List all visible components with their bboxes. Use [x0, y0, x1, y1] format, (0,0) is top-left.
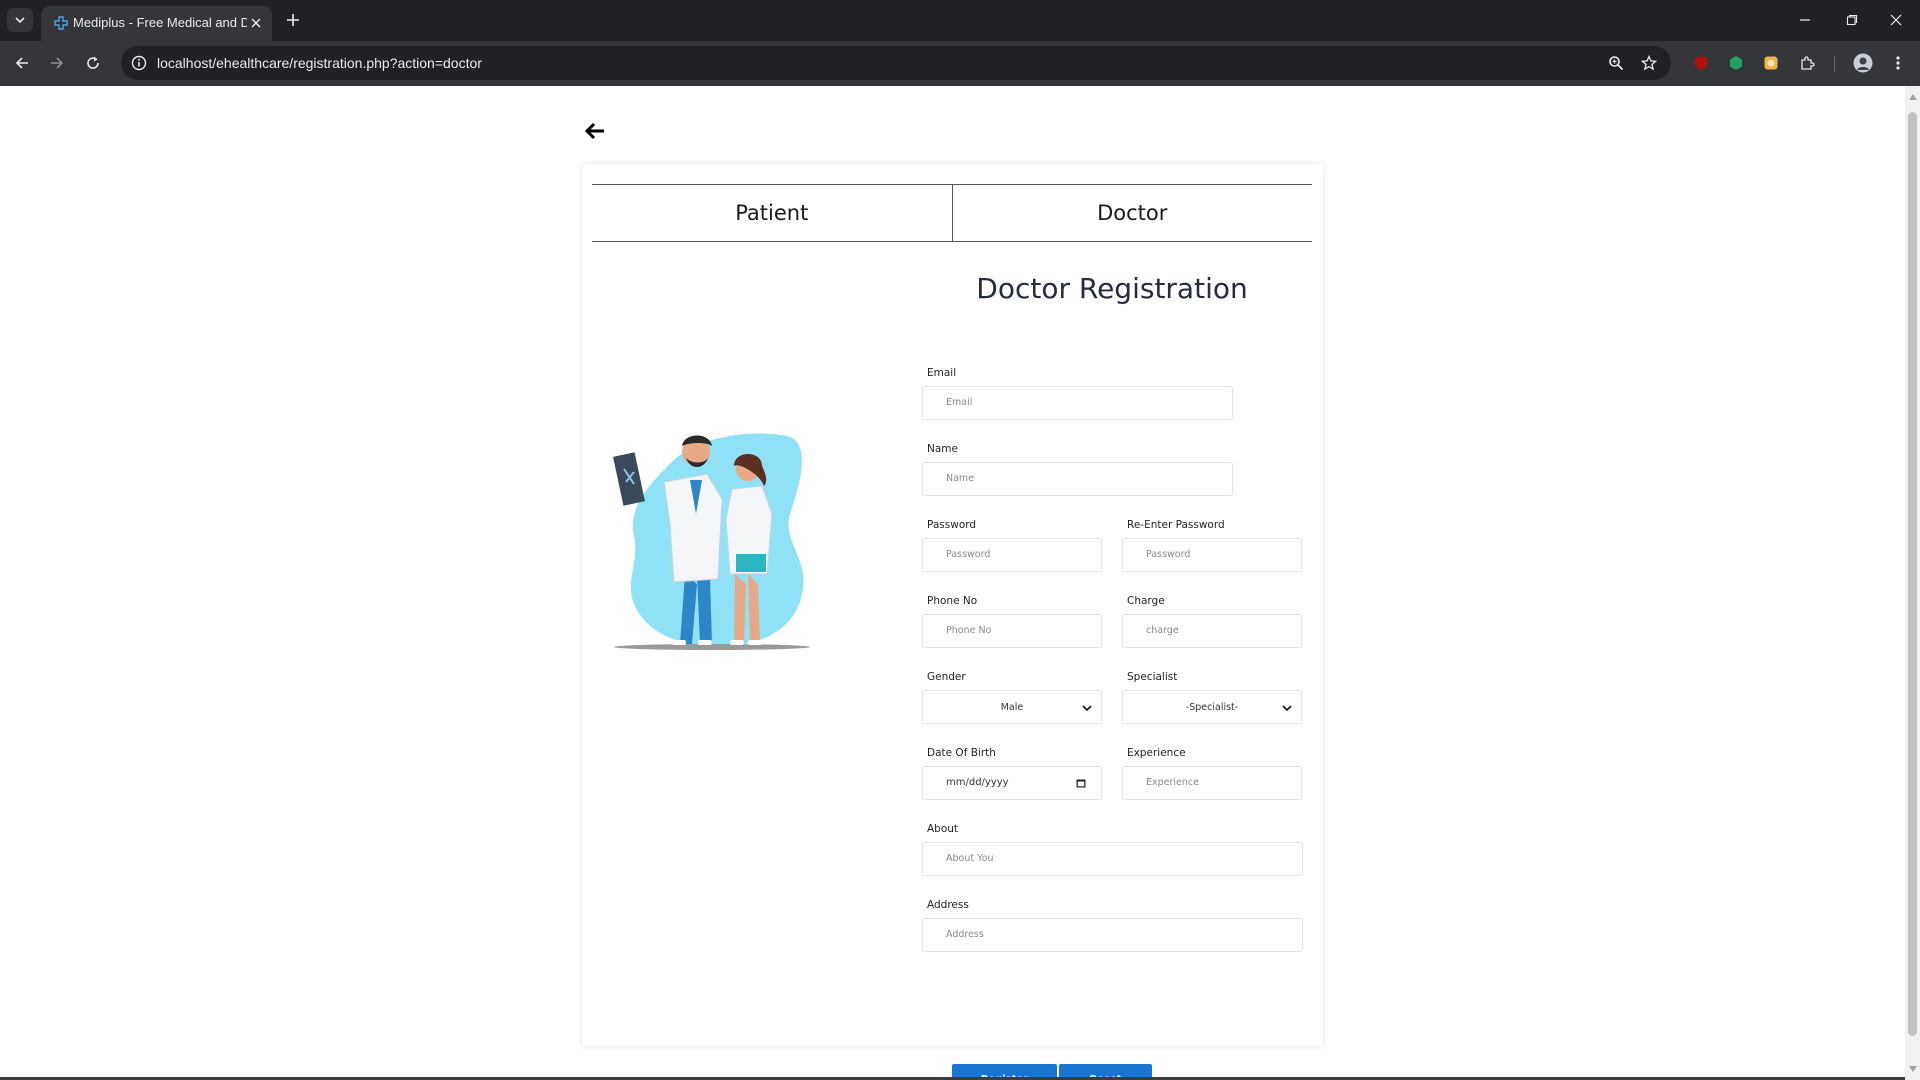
email-field[interactable]: Email: [922, 386, 1233, 420]
tab-list-icon[interactable]: [7, 8, 33, 32]
back-icon[interactable]: [8, 49, 36, 77]
menu-icon[interactable]: [1888, 53, 1908, 73]
orange-extension-icon[interactable]: [1761, 53, 1781, 73]
reenter-password-field[interactable]: Password: [1122, 538, 1302, 572]
reenter-password-placeholder: Password: [1146, 549, 1191, 560]
phone-placeholder: Phone No: [946, 625, 992, 636]
gender-value: Male: [1000, 701, 1024, 713]
name-label: Name: [927, 443, 958, 455]
forward-icon[interactable]: [43, 49, 71, 77]
specialist-value: -Specialist-: [1185, 701, 1239, 713]
gender-label: Gender: [927, 671, 966, 683]
specialist-select[interactable]: -Specialist-: [1122, 690, 1302, 724]
phone-field[interactable]: Phone No: [922, 614, 1102, 648]
about-label: About: [927, 823, 959, 835]
dob-field[interactable]: mm/dd/yyyy: [922, 766, 1102, 800]
password-field[interactable]: Password: [922, 538, 1102, 572]
ublock-extension-icon[interactable]: [1691, 53, 1711, 73]
charge-placeholder: charge: [1146, 625, 1179, 636]
registration-card: Patient Doctor Doctor Registration Email…: [582, 164, 1323, 1080]
tab-bar: Mediplus - Free Medical and Doctor Direc…: [0, 0, 1920, 41]
close-icon[interactable]: [247, 14, 265, 32]
page-viewport: Patient Doctor Doctor Registration Email…: [0, 86, 1905, 1080]
dob-label: Date Of Birth: [927, 747, 996, 759]
browser-toolbar: localhost/ehealthcare/registration.php?a…: [0, 41, 1920, 86]
zoom-icon[interactable]: [1606, 53, 1626, 73]
tab-doctor[interactable]: Doctor: [951, 185, 1313, 241]
about-placeholder: About You: [946, 853, 994, 864]
phone-label: Phone No: [927, 595, 978, 607]
email-placeholder: Email: [946, 397, 973, 408]
specialist-label: Specialist: [1127, 671, 1178, 683]
address-placeholder: Address: [946, 929, 984, 940]
calendar-icon[interactable]: [1076, 778, 1086, 788]
page-title: Doctor Registration: [976, 272, 1248, 305]
scroll-up-icon[interactable]: [1908, 92, 1917, 101]
dob-value: mm/dd/yyyy: [946, 777, 1009, 788]
browser-tab[interactable]: Mediplus - Free Medical and Doctor Direc…: [41, 6, 272, 41]
profile-avatar[interactable]: [1851, 51, 1875, 75]
toolbar-divider: [1834, 56, 1835, 72]
scroll-down-icon[interactable]: [1908, 1064, 1917, 1073]
reload-icon[interactable]: [79, 49, 107, 77]
chevron-down-icon: [1082, 705, 1092, 712]
charge-field[interactable]: charge: [1122, 614, 1302, 648]
doctors-illustration: [613, 433, 810, 650]
name-field[interactable]: Name: [922, 462, 1233, 496]
tab-patient[interactable]: Patient: [592, 185, 952, 241]
green-extension-icon[interactable]: [1726, 53, 1746, 73]
address-field[interactable]: Address: [922, 918, 1303, 952]
chevron-down-icon: [1282, 705, 1292, 712]
charge-label: Charge: [1127, 595, 1165, 607]
email-label: Email: [927, 367, 957, 379]
name-placeholder: Name: [946, 473, 975, 484]
scroll-thumb[interactable]: [1908, 112, 1917, 1036]
back-arrow-icon[interactable]: [584, 120, 606, 142]
address-bar[interactable]: localhost/ehealthcare/registration.php?a…: [121, 46, 1671, 80]
restore-icon[interactable]: [1832, 6, 1872, 34]
experience-label: Experience: [1127, 747, 1186, 759]
close-window-icon[interactable]: [1876, 6, 1916, 34]
minimize-icon[interactable]: [1785, 6, 1825, 34]
extensions-icon[interactable]: [1797, 53, 1817, 73]
reenter-password-label: Re-Enter Password: [1127, 519, 1225, 531]
address-label: Address: [927, 899, 969, 911]
plus-icon[interactable]: [282, 9, 304, 31]
tab-title: Mediplus - Free Medical and Doctor Direc…: [73, 15, 247, 30]
password-label: Password: [927, 519, 977, 531]
info-icon[interactable]: [129, 53, 149, 73]
star-icon[interactable]: [1639, 53, 1659, 73]
experience-field[interactable]: Experience: [1122, 766, 1302, 800]
gender-select[interactable]: Male: [922, 690, 1102, 724]
password-placeholder: Password: [946, 549, 991, 560]
role-tabs: Patient Doctor: [592, 184, 1312, 242]
about-field[interactable]: About You: [922, 842, 1303, 876]
favicon-icon: [54, 16, 68, 30]
experience-placeholder: Experience: [1146, 777, 1199, 788]
scrollbar[interactable]: [1905, 86, 1920, 1080]
url-text: localhost/ehealthcare/registration.php?a…: [157, 55, 482, 71]
